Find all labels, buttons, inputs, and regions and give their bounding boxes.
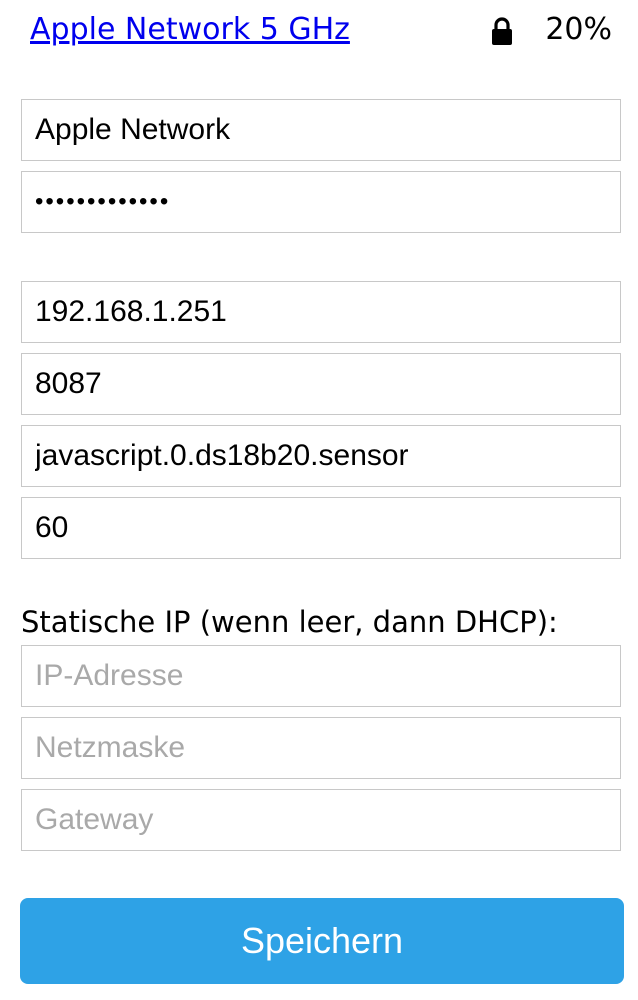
interval-input[interactable]: [21, 497, 621, 559]
gateway-input[interactable]: [21, 789, 621, 851]
netmask-input[interactable]: [21, 717, 621, 779]
ip-address-input[interactable]: [21, 645, 621, 707]
port-input[interactable]: [21, 353, 621, 415]
static-ip-label: Statische IP (wenn leer, dann DHCP):: [21, 605, 558, 639]
network-header: Apple Network 5 GHz 20%: [30, 8, 614, 52]
password-input[interactable]: [21, 171, 621, 233]
network-name-link[interactable]: Apple Network 5 GHz: [30, 10, 350, 50]
save-button[interactable]: Speichern: [20, 898, 624, 984]
state-id-input[interactable]: [21, 425, 621, 487]
lock-icon: [490, 17, 514, 45]
server-ip-input[interactable]: [21, 281, 621, 343]
ssid-input[interactable]: [21, 99, 621, 161]
signal-strength: 20%: [545, 12, 612, 47]
